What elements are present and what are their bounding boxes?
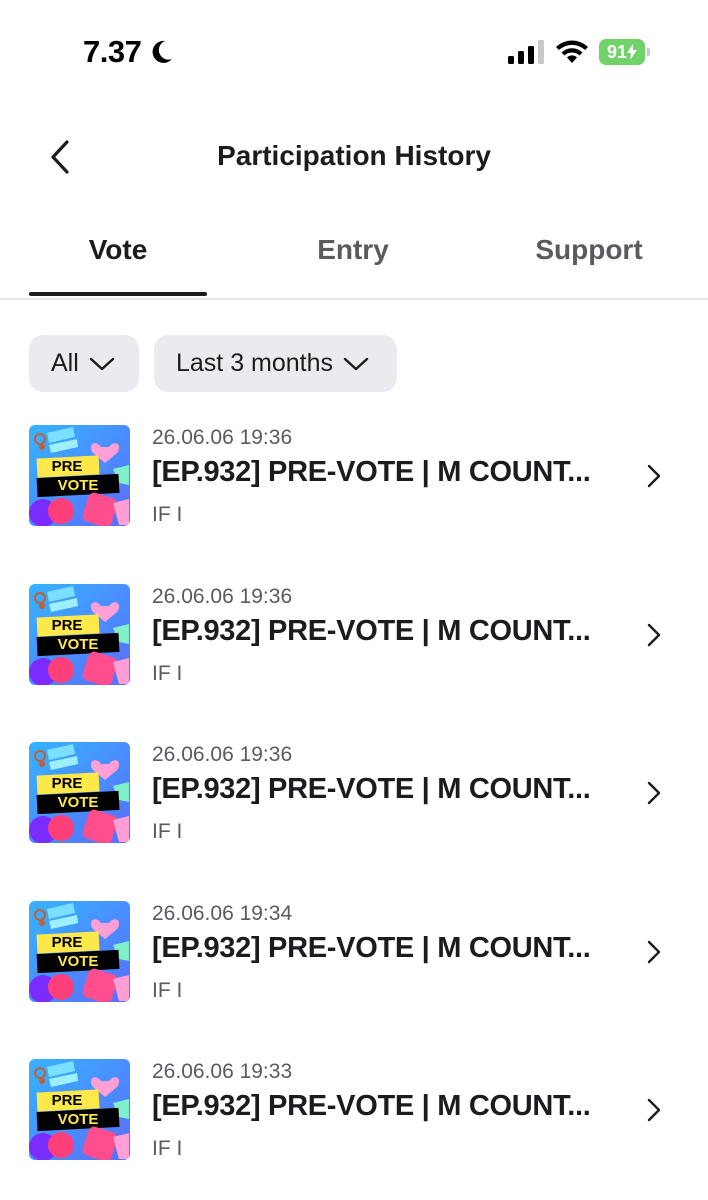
battery-level: 91 [599, 39, 645, 65]
list-item[interactable]: PRE VOTE 26.06.06 19:36 [EP.932] PRE-VOT… [0, 742, 708, 872]
item-subtitle: IF I [152, 979, 183, 1002]
thumb-text-pre: PRE [52, 1092, 83, 1109]
tab-bar: Vote Entry Support [0, 220, 708, 300]
status-time: 7.37 [83, 34, 142, 69]
item-title: [EP.932] PRE-VOTE | M COUNT... [152, 773, 591, 805]
wifi-icon [556, 40, 588, 63]
thumb-text-pre: PRE [52, 617, 83, 634]
chevron-right-icon [647, 940, 661, 964]
list-item[interactable]: PRE VOTE 26.06.06 19:34 [EP.932] PRE-VOT… [0, 901, 708, 1031]
item-subtitle: IF I [152, 1137, 183, 1160]
item-date: 26.06.06 19:33 [152, 1060, 293, 1083]
item-title: [EP.932] PRE-VOTE | M COUNT... [152, 456, 591, 488]
chevron-right-icon [647, 464, 661, 488]
vote-thumbnail: PRE VOTE [29, 901, 130, 1002]
item-subtitle: IF I [152, 503, 183, 526]
chevron-right-icon [647, 1098, 661, 1122]
thumb-text-vote: VOTE [58, 953, 99, 970]
thumb-text-pre: PRE [52, 934, 83, 951]
vote-thumbnail: PRE VOTE [29, 742, 130, 843]
list-item[interactable]: PRE VOTE 26.06.06 19:36 [EP.932] PRE-VOT… [0, 584, 708, 714]
list-item[interactable]: PRE VOTE 26.06.06 19:33 [EP.932] PRE-VOT… [0, 1059, 708, 1189]
thumb-text-pre: PRE [52, 458, 83, 475]
item-title: [EP.932] PRE-VOTE | M COUNT... [152, 615, 591, 647]
tab-support[interactable]: Support [499, 234, 679, 266]
period-filter-dropdown[interactable]: Last 3 months [154, 335, 397, 392]
thumb-text-vote: VOTE [58, 636, 99, 653]
list-item[interactable]: PRE VOTE 26.06.06 19:36 [EP.932] PRE-VOT… [0, 425, 708, 555]
type-filter-label: All [51, 349, 79, 377]
item-date: 26.06.06 19:36 [152, 585, 293, 608]
chevron-right-icon [647, 781, 661, 805]
item-date: 26.06.06 19:36 [152, 743, 293, 766]
vote-thumbnail: PRE VOTE [29, 425, 130, 526]
thumb-text-vote: VOTE [58, 477, 99, 494]
item-date: 26.06.06 19:36 [152, 426, 293, 449]
item-subtitle: IF I [152, 662, 183, 685]
moon-icon [152, 40, 172, 63]
item-date: 26.06.06 19:34 [152, 902, 293, 925]
thumb-text-pre: PRE [52, 775, 83, 792]
tab-vote[interactable]: Vote [28, 234, 208, 266]
cellular-signal-icon [508, 40, 544, 64]
page-title: Participation History [217, 140, 491, 171]
item-title: [EP.932] PRE-VOTE | M COUNT... [152, 932, 591, 964]
status-bar: 7.37 91 [0, 0, 708, 100]
item-subtitle: IF I [152, 820, 183, 843]
vote-thumbnail: PRE VOTE [29, 584, 130, 685]
charging-bolt-icon [627, 44, 638, 60]
type-filter-dropdown[interactable]: All [29, 335, 139, 392]
chevron-down-icon [343, 357, 369, 370]
thumb-text-vote: VOTE [58, 794, 99, 811]
chevron-down-icon [89, 357, 114, 370]
thumb-text-vote: VOTE [58, 1111, 99, 1128]
battery-cap [647, 48, 650, 56]
battery-icon: 91 [599, 39, 651, 65]
item-title: [EP.932] PRE-VOTE | M COUNT... [152, 1090, 591, 1122]
period-filter-label: Last 3 months [176, 349, 334, 377]
vote-thumbnail: PRE VOTE [29, 1059, 130, 1160]
active-tab-indicator [29, 292, 207, 296]
chevron-right-icon [647, 623, 661, 647]
tab-entry[interactable]: Entry [263, 234, 443, 266]
battery-percent: 91 [606, 41, 628, 62]
